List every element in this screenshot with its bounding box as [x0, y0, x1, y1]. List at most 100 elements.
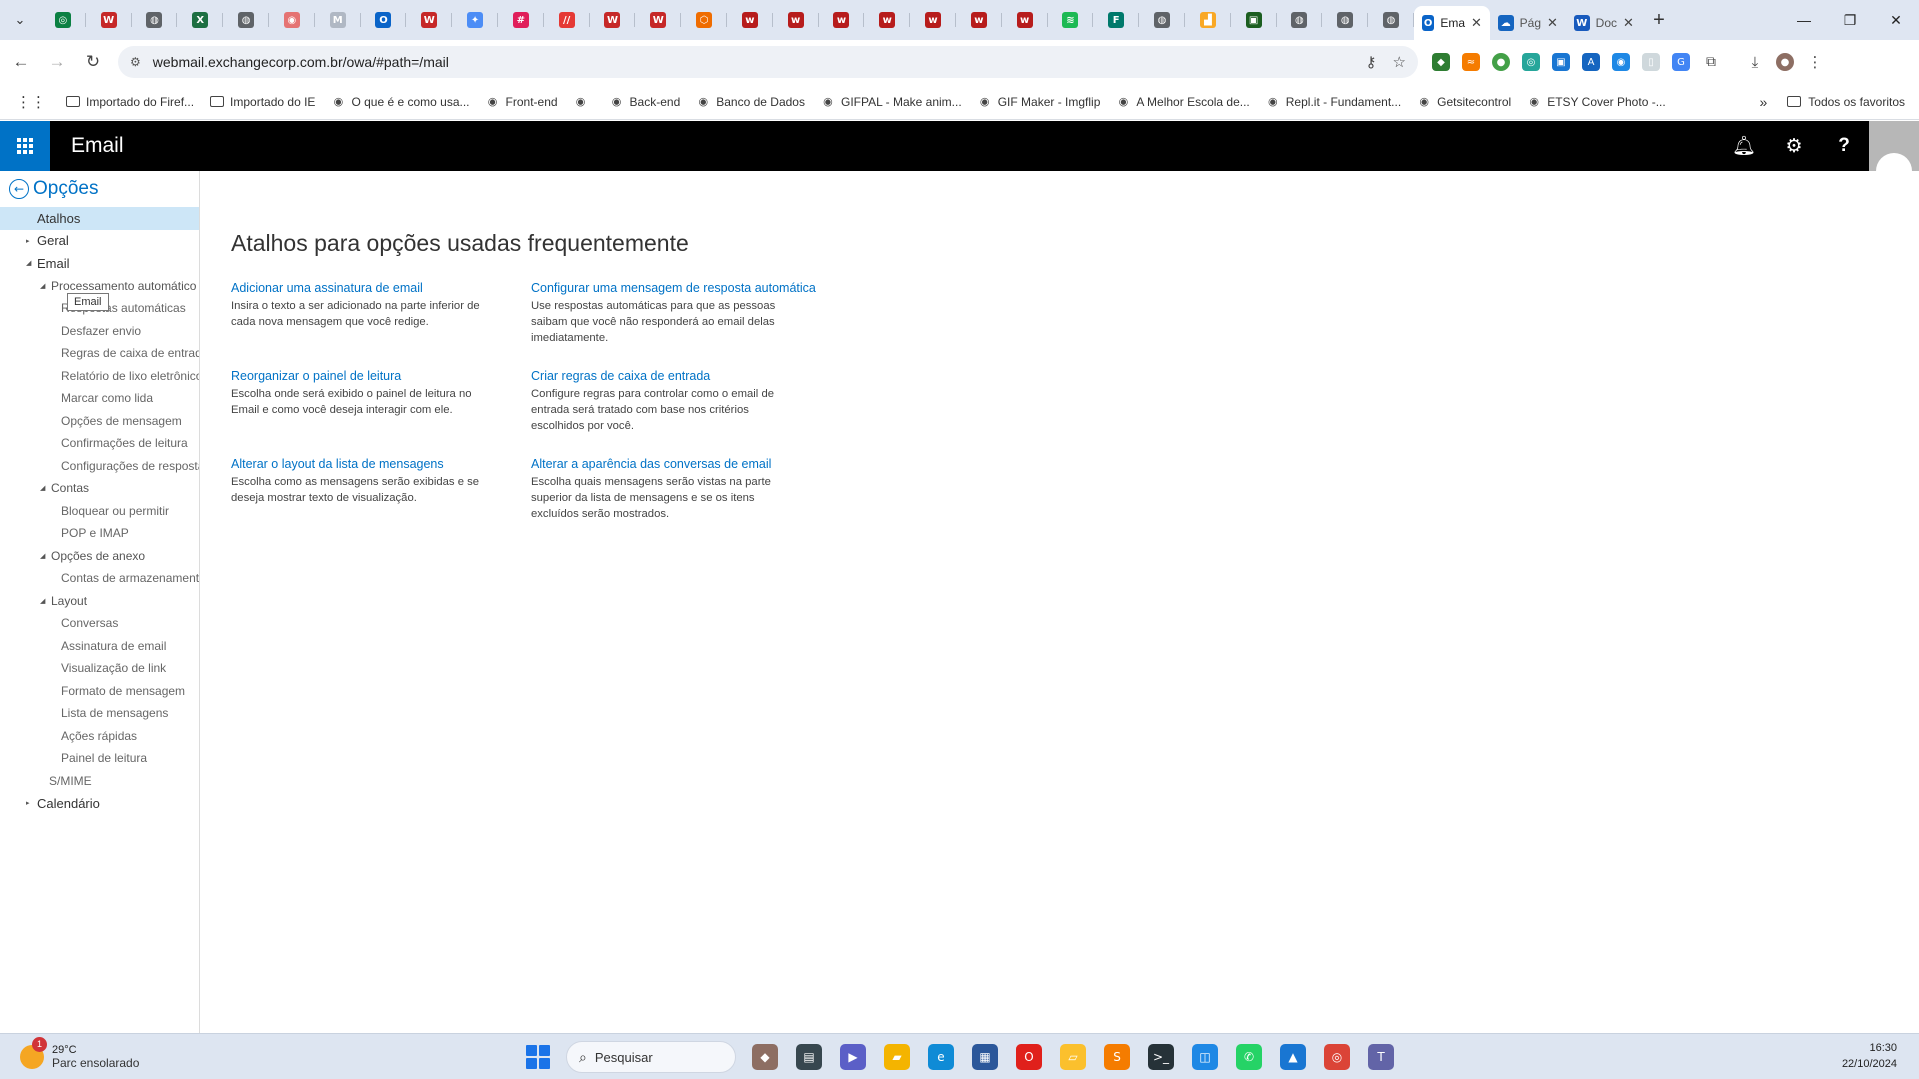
browser-tab[interactable]: ☁ Pág ✕	[1490, 6, 1566, 40]
weather-widget[interactable]: 1 29°C Parc ensolarado	[20, 1036, 139, 1070]
bookmark-item[interactable]: ◉ Front-end	[486, 95, 558, 109]
caret-down-icon[interactable]: ◢	[40, 597, 51, 605]
all-bookmarks-folder[interactable]: Todos os favoritos	[1787, 95, 1905, 109]
task-view-icon[interactable]: ▤	[796, 1044, 822, 1070]
close-window-button[interactable]: ✕	[1873, 0, 1919, 40]
nav-item-a-es-r-pidas[interactable]: Ações rápidas	[0, 725, 199, 748]
nav-item-geral[interactable]: ▸ Geral	[0, 230, 199, 253]
browser-tab[interactable]: ✦	[452, 0, 498, 40]
browser-tab[interactable]: W	[406, 0, 452, 40]
sticky-notes-icon[interactable]: ▱	[1060, 1044, 1086, 1070]
browser-tab[interactable]: F	[1093, 0, 1139, 40]
avatar[interactable]	[1869, 121, 1919, 267]
caret-down-icon[interactable]: ◢	[40, 552, 51, 560]
nav-item-contas[interactable]: ◢ Contas	[0, 477, 199, 500]
shortcut-link[interactable]: Criar regras de caixa de entrada	[531, 368, 821, 385]
shortcut-link[interactable]: Reorganizar o painel de leitura	[231, 368, 531, 385]
teams-meet-icon[interactable]: ▶	[840, 1044, 866, 1070]
bookmark-item[interactable]: ◉ O que é e como usa...	[331, 95, 470, 109]
minimize-button[interactable]: —	[1781, 0, 1827, 40]
nav-item-op-es-de-anexo[interactable]: ◢ Opções de anexo	[0, 545, 199, 568]
green-circle-extension-icon[interactable]: ●	[1492, 53, 1510, 71]
browser-tab[interactable]: O	[361, 0, 407, 40]
browser-tab[interactable]: ◍	[1322, 0, 1368, 40]
browser-tab[interactable]: w	[956, 0, 1002, 40]
nav-item-atalhos[interactable]: Atalhos	[0, 207, 199, 230]
nav-item-layout[interactable]: ◢ Layout	[0, 590, 199, 613]
browser-tab[interactable]: M	[315, 0, 361, 40]
opera-icon[interactable]: O	[1016, 1044, 1042, 1070]
bookmark-item[interactable]: ◉ Banco de Dados	[696, 95, 805, 109]
new-tab-button[interactable]: +	[1642, 0, 1676, 40]
browser-tab[interactable]: w	[727, 0, 773, 40]
dictionary-extension-icon[interactable]: A	[1582, 53, 1600, 71]
nav-item-relat-rio-de-lixo-eletr-nico[interactable]: Relatório de lixo eletrônico	[0, 365, 199, 388]
caret-down-icon[interactable]: ◢	[26, 259, 37, 267]
download-icon[interactable]: ⤓	[1746, 53, 1764, 71]
browser-tab[interactable]: ◍	[223, 0, 269, 40]
screen-capture-extension-icon[interactable]: ◉	[1612, 53, 1630, 71]
kebab-menu-icon[interactable]: ⋮	[1806, 53, 1824, 71]
browser-tab[interactable]: X	[177, 0, 223, 40]
system-clock[interactable]: 16:30 22/10/2024	[1842, 1040, 1897, 1072]
browser-tab[interactable]: w	[910, 0, 956, 40]
caret-down-icon[interactable]: ◢	[40, 282, 51, 290]
browser-tab[interactable]: #	[498, 0, 544, 40]
wombat-widget-icon[interactable]: ◆	[752, 1044, 778, 1070]
bookmark-item[interactable]: Importado do IE	[210, 95, 315, 109]
browser-tab[interactable]: ◍	[1277, 0, 1323, 40]
start-button[interactable]	[526, 1045, 550, 1069]
nav-item-desfazer-envio[interactable]: Desfazer envio	[0, 320, 199, 343]
browser-tab[interactable]: w	[1002, 0, 1048, 40]
chrome-icon[interactable]: ◎	[1324, 1044, 1350, 1070]
forward-button[interactable]: →	[42, 47, 72, 77]
puzzle-extensions-icon[interactable]: ⧉	[1702, 53, 1720, 71]
shortcut-link[interactable]: Alterar o layout da lista de mensagens	[231, 456, 531, 473]
whatsapp-icon[interactable]: ✆	[1236, 1044, 1262, 1070]
restore-button[interactable]: ❐	[1827, 0, 1873, 40]
file-explorer-icon[interactable]: ▰	[884, 1044, 910, 1070]
nav-item-assinatura-de-email[interactable]: Assinatura de email	[0, 635, 199, 658]
notifications-button[interactable]: 🔔︎	[1719, 121, 1769, 171]
nav-item-pop-e-imap[interactable]: POP e IMAP	[0, 522, 199, 545]
bookmark-item[interactable]: ◉ A Melhor Escola de...	[1116, 95, 1250, 109]
nav-item-formato-de-mensagem[interactable]: Formato de mensagem	[0, 680, 199, 703]
close-tab-icon[interactable]: ✕	[1471, 15, 1482, 31]
caret-down-icon[interactable]: ◢	[40, 484, 51, 492]
browser-tab[interactable]: ◉	[269, 0, 315, 40]
apps-grid-icon[interactable]: ⋮⋮	[16, 93, 46, 111]
nav-item-bloquear-ou-permitir[interactable]: Bloquear ou permitir	[0, 500, 199, 523]
back-button[interactable]: ←	[6, 47, 36, 77]
rss-icon[interactable]: ≈	[1462, 53, 1480, 71]
browser-tab[interactable]: w	[819, 0, 865, 40]
blue-box-extension-icon[interactable]: ▣	[1552, 53, 1570, 71]
close-tab-icon[interactable]: ✕	[1547, 15, 1558, 31]
caret-right-icon[interactable]: ▸	[26, 237, 37, 245]
browser-tab[interactable]: W	[590, 0, 636, 40]
nav-item-s-mime[interactable]: S/MIME	[0, 770, 199, 793]
address-bar[interactable]: ⚙ webmail.exchangecorp.com.br/owa/#path=…	[118, 46, 1418, 78]
browser-tab[interactable]: ≋	[1048, 0, 1094, 40]
site-info-icon[interactable]: ⚙	[130, 55, 141, 69]
bookmark-item[interactable]: ◉	[574, 95, 594, 109]
browser-tab[interactable]: O Ema ✕	[1413, 6, 1490, 40]
browser-tab[interactable]: W	[86, 0, 132, 40]
tab-search-button[interactable]: ⌄	[0, 0, 40, 40]
browser-tab[interactable]: ◎	[40, 0, 86, 40]
browser-tab[interactable]: ◍	[132, 0, 178, 40]
edge-icon[interactable]: e	[928, 1044, 954, 1070]
bookmark-item[interactable]: ◉ Back-end	[610, 95, 681, 109]
settings-button[interactable]: ⚙	[1769, 121, 1819, 171]
browser-tab[interactable]: ⬡	[681, 0, 727, 40]
browser-tab[interactable]: W Doc ✕	[1566, 6, 1642, 40]
app-launcher-button[interactable]	[0, 121, 50, 171]
remote-app-icon[interactable]: ◫	[1192, 1044, 1218, 1070]
help-button[interactable]: ?	[1819, 121, 1869, 171]
nav-item-calend-rio[interactable]: ▸ Calendário	[0, 792, 199, 815]
key-icon[interactable]: ⚷	[1366, 53, 1377, 71]
reload-button[interactable]: ↻	[78, 47, 108, 77]
nav-item-configura-es-de-resposta[interactable]: Configurações de resposta	[0, 455, 199, 478]
nav-item-regras-de-caixa-de-entrada[interactable]: Regras de caixa de entrada	[0, 342, 199, 365]
terminal-icon[interactable]: >_	[1148, 1044, 1174, 1070]
brazil-flag-icon[interactable]: ◆	[1432, 53, 1450, 71]
